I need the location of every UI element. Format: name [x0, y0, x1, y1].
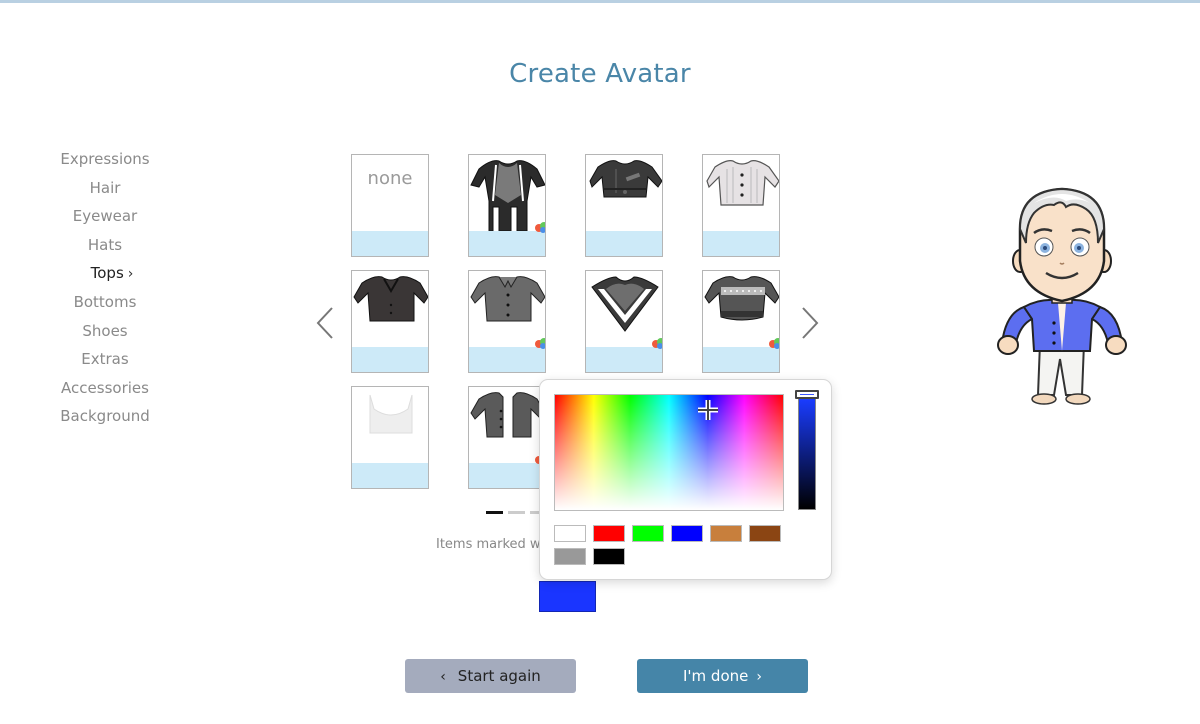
tile-band [352, 463, 428, 488]
preset-swatches [554, 525, 824, 571]
sidebar-item-label: Expressions [60, 150, 150, 168]
item-tile-patterned-sweater[interactable] [702, 270, 780, 373]
sidebar-item-hair[interactable]: Hair [40, 174, 170, 203]
sidebar-item-eyewear[interactable]: Eyewear [40, 202, 170, 231]
swatch-green[interactable] [632, 525, 664, 542]
category-sidebar: Expressions Hair Eyewear Hats Tops › Bott… [40, 145, 170, 431]
sidebar-item-label: Bottoms [73, 292, 137, 311]
current-color-swatch[interactable] [539, 581, 596, 612]
crosshair-icon[interactable] [696, 398, 720, 422]
swatch-brown[interactable] [749, 525, 781, 542]
tile-band [586, 347, 662, 372]
sidebar-item-hats[interactable]: Hats [40, 231, 170, 260]
done-label: I'm done [683, 667, 749, 685]
chevron-right-icon: › [756, 669, 762, 685]
tile-band [352, 347, 428, 372]
item-tile-none[interactable]: none [351, 154, 429, 257]
sidebar-item-label: Eyewear [72, 207, 138, 226]
swatch-tan[interactable] [710, 525, 742, 542]
tile-band [469, 347, 545, 372]
tile-band [469, 463, 545, 488]
sidebar-item-accessories[interactable]: Accessories [40, 374, 170, 403]
color-picker-popup [539, 379, 832, 580]
lace-crop-top-icon [369, 394, 413, 434]
sidebar-item-label: Extras [81, 350, 129, 369]
page-dot-2[interactable] [508, 511, 525, 514]
item-tile-striped-shirt[interactable] [702, 154, 780, 257]
multicolor-badge-icon [769, 338, 779, 349]
tile-band [469, 231, 545, 256]
multicolor-badge-icon [535, 222, 545, 233]
next-page-button[interactable] [795, 303, 825, 343]
item-tile-biker-jacket[interactable] [468, 154, 546, 257]
chevron-right-icon [802, 307, 819, 339]
done-button[interactable]: I'm done › [637, 659, 808, 693]
item-tile-lace-crop-top[interactable] [351, 386, 429, 489]
start-again-button[interactable]: ‹ Start again [405, 659, 576, 693]
sidebar-item-label: Background [60, 407, 150, 426]
brightness-slider-handle[interactable] [795, 390, 819, 399]
page-dot-1[interactable] [486, 511, 503, 514]
swatch-black[interactable] [593, 548, 625, 565]
start-again-label: Start again [457, 667, 541, 685]
sidebar-item-label: Accessories [61, 378, 149, 397]
tile-band [586, 231, 662, 256]
chevron-left-icon [316, 307, 333, 339]
tuxedo-jacket-icon [353, 276, 428, 322]
cropped-jacket-icon [589, 160, 662, 198]
swatch-gray[interactable] [554, 548, 586, 565]
sidebar-item-label: Hats [87, 235, 123, 254]
page-title: Create Avatar [509, 59, 691, 89]
item-tile-cropped-jacket[interactable] [585, 154, 663, 257]
sidebar-item-shoes[interactable]: Shoes [40, 317, 170, 346]
tile-band [703, 347, 779, 372]
striped-shirt-icon [706, 160, 779, 206]
item-tile-tuxedo-jacket[interactable] [351, 270, 429, 373]
item-tile-v-neck-collar[interactable] [585, 270, 663, 373]
tile-band [703, 231, 779, 256]
swatch-white[interactable] [554, 525, 586, 542]
brightness-slider[interactable] [798, 398, 816, 510]
sidebar-item-expressions[interactable]: Expressions [40, 145, 170, 174]
multicolor-badge-icon [652, 338, 662, 349]
chevron-right-icon: › [127, 266, 134, 283]
swatch-blue[interactable] [671, 525, 703, 542]
hue-saturation-field[interactable] [554, 394, 784, 511]
colorable-items-note: Items marked w [436, 537, 541, 552]
sidebar-item-tops[interactable]: Tops › [40, 259, 170, 288]
none-label: none [367, 168, 413, 189]
sidebar-item-bottoms[interactable]: Bottoms [40, 288, 170, 317]
prev-page-button[interactable] [310, 303, 340, 343]
sidebar-item-label: Tops [90, 264, 124, 283]
swatch-red[interactable] [593, 525, 625, 542]
item-tile-button-shirt[interactable] [468, 270, 546, 373]
sidebar-item-label: Hair [89, 178, 121, 197]
avatar-preview [997, 187, 1127, 405]
item-tile-open-shirt[interactable] [468, 386, 546, 489]
chevron-left-icon: ‹ [440, 669, 446, 685]
multicolor-badge-icon [535, 338, 545, 349]
sidebar-item-background[interactable]: Background [40, 402, 170, 431]
tile-band [352, 231, 428, 256]
sidebar-item-extras[interactable]: Extras [40, 345, 170, 374]
sidebar-item-label: Shoes [82, 321, 128, 340]
